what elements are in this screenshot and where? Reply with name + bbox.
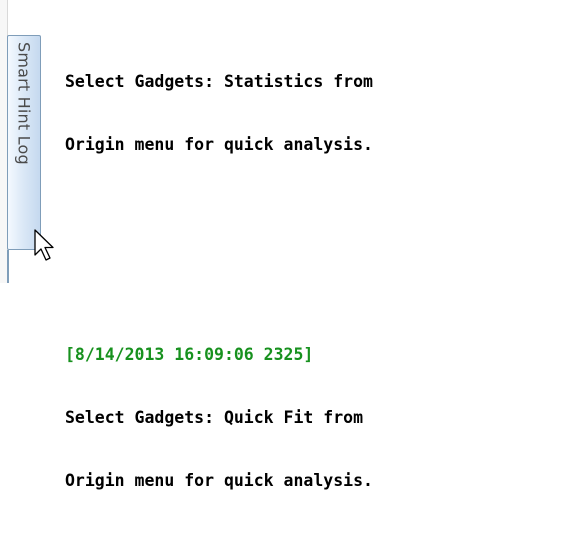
- smart-hint-log-tab-label: Smart Hint Log: [14, 42, 34, 165]
- log-line: Origin menu for quick analysis.: [65, 471, 373, 490]
- log-line: Select Gadgets: Statistics from: [65, 72, 373, 91]
- log-entry: [8/14/2013 16:09:06 2325] Select Gadgets…: [65, 302, 373, 533]
- smart-hint-log-tab[interactable]: Smart Hint Log: [7, 35, 41, 250]
- dock-divider: [7, 250, 9, 283]
- log-entry: Select Gadgets: Statistics from Origin m…: [65, 29, 373, 197]
- log-line: Origin menu for quick analysis.: [65, 135, 373, 154]
- log-timestamp: [8/14/2013 16:09:06 2325]: [65, 345, 314, 364]
- log-line: Select Gadgets: Quick Fit from: [65, 408, 364, 427]
- log-spacer: [65, 239, 373, 260]
- hint-log-content: Select Gadgets: Statistics from Origin m…: [65, 0, 373, 554]
- mouse-pointer-icon: [34, 229, 54, 261]
